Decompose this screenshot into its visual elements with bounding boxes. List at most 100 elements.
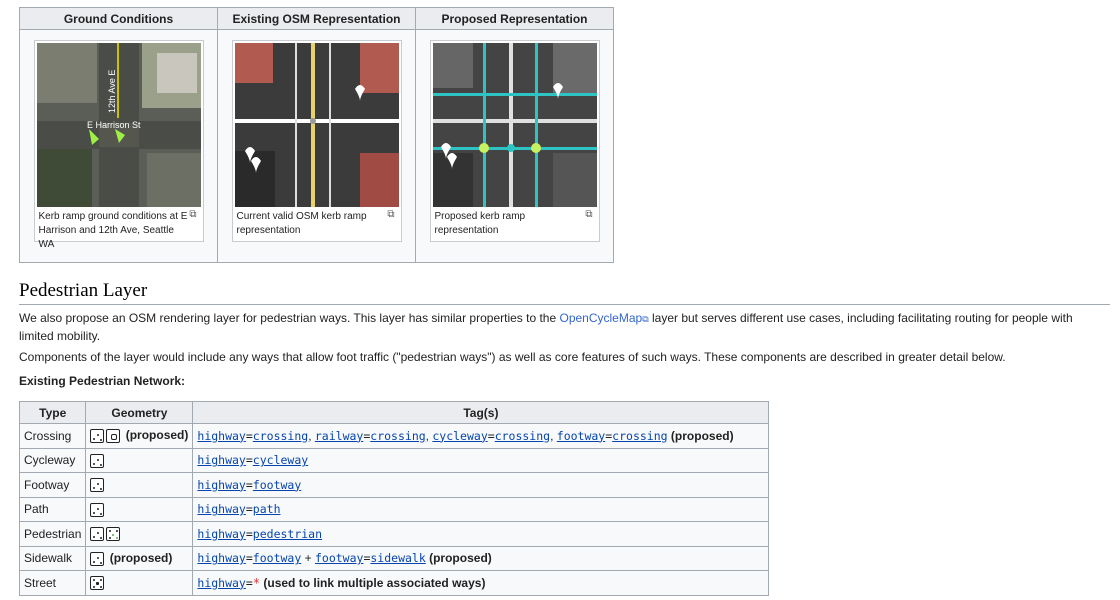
osm-proposed-image[interactable] <box>432 43 597 207</box>
way-icon <box>90 551 105 566</box>
row-tags: highway=footway + footway=sidewalk (prop… <box>192 545 770 571</box>
proposed-note: (proposed) <box>670 428 734 443</box>
row-type: Path <box>18 496 87 522</box>
tag-key-link[interactable]: highway <box>197 502 245 516</box>
row-geometry: (proposed) <box>85 423 194 449</box>
tag-plus: + <box>304 551 312 566</box>
row-geometry: (proposed) <box>85 545 194 571</box>
tag-value-link[interactable]: crossing <box>495 429 550 443</box>
gallery-table: Ground Conditions Existing OSM Represent… <box>19 7 614 263</box>
magnify-icon[interactable]: ⧉ <box>387 209 394 220</box>
map-label-avenue: 12th Ave E <box>107 70 117 113</box>
area-icon <box>106 527 121 542</box>
row-type: Crossing <box>18 423 87 449</box>
geometry-note: (proposed) <box>125 428 189 443</box>
tag-key-link[interactable]: highway <box>197 429 245 443</box>
tag-eq: = <box>245 428 253 443</box>
tag-eq: = <box>245 502 253 517</box>
map-label-street: E Harrison St <box>87 120 141 130</box>
way-icon <box>90 527 105 542</box>
row-type: Footway <box>18 472 87 498</box>
tag-value-link[interactable]: footway <box>253 478 301 492</box>
row-geometry <box>85 496 194 522</box>
tag-key-link[interactable]: cycleway <box>432 429 487 443</box>
tag-key-link[interactable]: highway <box>197 551 245 565</box>
row-geometry <box>85 472 194 498</box>
table-row: Footway highway=footway <box>18 472 770 498</box>
osm-existing-image[interactable] <box>234 43 399 207</box>
tag-eq: = <box>245 477 253 492</box>
way-icon <box>90 429 105 444</box>
gallery-cell-proposed: Proposed kerb ramp representation ⧉ <box>415 29 614 263</box>
gallery-header-proposed: Proposed Representation <box>415 7 614 30</box>
tag-eq: = <box>245 453 253 468</box>
tag-key-link[interactable]: highway <box>197 453 245 467</box>
tag-key-link[interactable]: footway <box>557 429 605 443</box>
row-geometry <box>85 521 194 547</box>
thumb-existing[interactable]: Current valid OSM kerb ramp representati… <box>231 40 402 242</box>
components-paragraph: Components of the layer would include an… <box>19 350 1006 364</box>
caption-ground: Kerb ramp ground conditions at E Harriso… <box>38 211 188 250</box>
opencyclemap-link[interactable]: OpenCycleMap <box>559 311 642 325</box>
col-header-geometry: Geometry <box>85 401 194 424</box>
row-tags: highway=pedestrian <box>192 521 770 547</box>
intro-text-pre: We also propose an OSM rendering layer f… <box>19 311 560 325</box>
way-icon <box>90 453 105 468</box>
table-row: Path highway=path <box>18 496 770 522</box>
tag-key-link[interactable]: highway <box>197 478 245 492</box>
thumb-ground[interactable]: 12th Ave E E Harrison St Kerb ramp groun… <box>33 40 204 250</box>
tag-eq: = <box>487 428 495 443</box>
tag-value-link[interactable]: path <box>253 502 281 516</box>
tag-value-link[interactable]: footway <box>253 551 301 565</box>
row-type: Street <box>18 570 87 596</box>
gallery-header-ground: Ground Conditions <box>19 7 218 30</box>
tag-sep: , <box>550 428 554 443</box>
gallery-cell-ground: 12th Ave E E Harrison St Kerb ramp groun… <box>19 29 218 263</box>
row-geometry <box>85 570 194 596</box>
tag-value-link[interactable]: cycleway <box>253 453 308 467</box>
tag-value-link[interactable]: crossing <box>370 429 425 443</box>
table-row: Sidewalk (proposed) highway=footway + fo… <box>18 545 770 571</box>
row-type: Cycleway <box>18 447 87 473</box>
tag-value-link[interactable]: sidewalk <box>370 551 425 565</box>
table-row: Crossing (proposed) highway=crossing, ra… <box>18 423 770 449</box>
tag-eq: = <box>245 551 253 566</box>
tag-key-link[interactable]: highway <box>197 527 245 541</box>
magnify-icon[interactable]: ⧉ <box>189 209 196 220</box>
thumb-proposed[interactable]: Proposed kerb ramp representation ⧉ <box>429 40 600 242</box>
row-type: Sidewalk <box>18 545 87 571</box>
caption-proposed: Proposed kerb ramp representation <box>434 211 526 236</box>
proposed-note: (proposed) <box>429 551 492 566</box>
tag-sep: , <box>425 428 430 443</box>
tag-key-link[interactable]: highway <box>197 576 245 590</box>
tag-eq: = <box>245 526 253 541</box>
row-tags: highway=* (used to link multiple associa… <box>192 570 770 596</box>
pedestrian-network-table: Type Geometry Tag(s) Crossing (proposed)… <box>18 401 770 596</box>
table-row: Cycleway highway=cycleway <box>18 447 770 473</box>
tag-key-link[interactable]: railway <box>315 429 363 443</box>
way-icon <box>90 502 105 517</box>
section-title: Pedestrian Layer <box>19 280 1110 305</box>
table-row: Street highway=* (used to link multiple … <box>18 570 770 596</box>
aerial-ground-image[interactable]: 12th Ave E E Harrison St <box>36 43 201 207</box>
relation-icon <box>90 576 105 591</box>
tag-value-link[interactable]: pedestrian <box>253 527 322 541</box>
tag-wildcard: * <box>252 575 261 590</box>
table-row: Pedestrian highway=pedestrian <box>18 521 770 547</box>
way-icon <box>90 478 105 493</box>
street-note: (used to link multiple associated ways) <box>263 575 486 590</box>
gallery-cell-existing: Current valid OSM kerb ramp representati… <box>217 29 416 263</box>
row-tags: highway=path <box>192 496 770 522</box>
tag-key-link[interactable]: footway <box>315 551 363 565</box>
row-type: Pedestrian <box>18 521 87 547</box>
existing-network-heading: Existing Pedestrian Network: <box>19 374 186 388</box>
magnify-icon[interactable]: ⧉ <box>585 209 592 220</box>
tag-value-link[interactable]: crossing <box>253 429 308 443</box>
gallery-header-existing: Existing OSM Representation <box>217 7 416 30</box>
tag-sep: , <box>308 428 312 443</box>
row-tags: highway=footway <box>192 472 770 498</box>
caption-existing: Current valid OSM kerb ramp representati… <box>236 211 367 236</box>
intro-paragraph: We also propose an OSM rendering layer f… <box>19 310 1104 345</box>
tag-value-link[interactable]: crossing <box>612 429 667 443</box>
row-tags: highway=crossing, railway=crossing, cycl… <box>192 423 770 449</box>
